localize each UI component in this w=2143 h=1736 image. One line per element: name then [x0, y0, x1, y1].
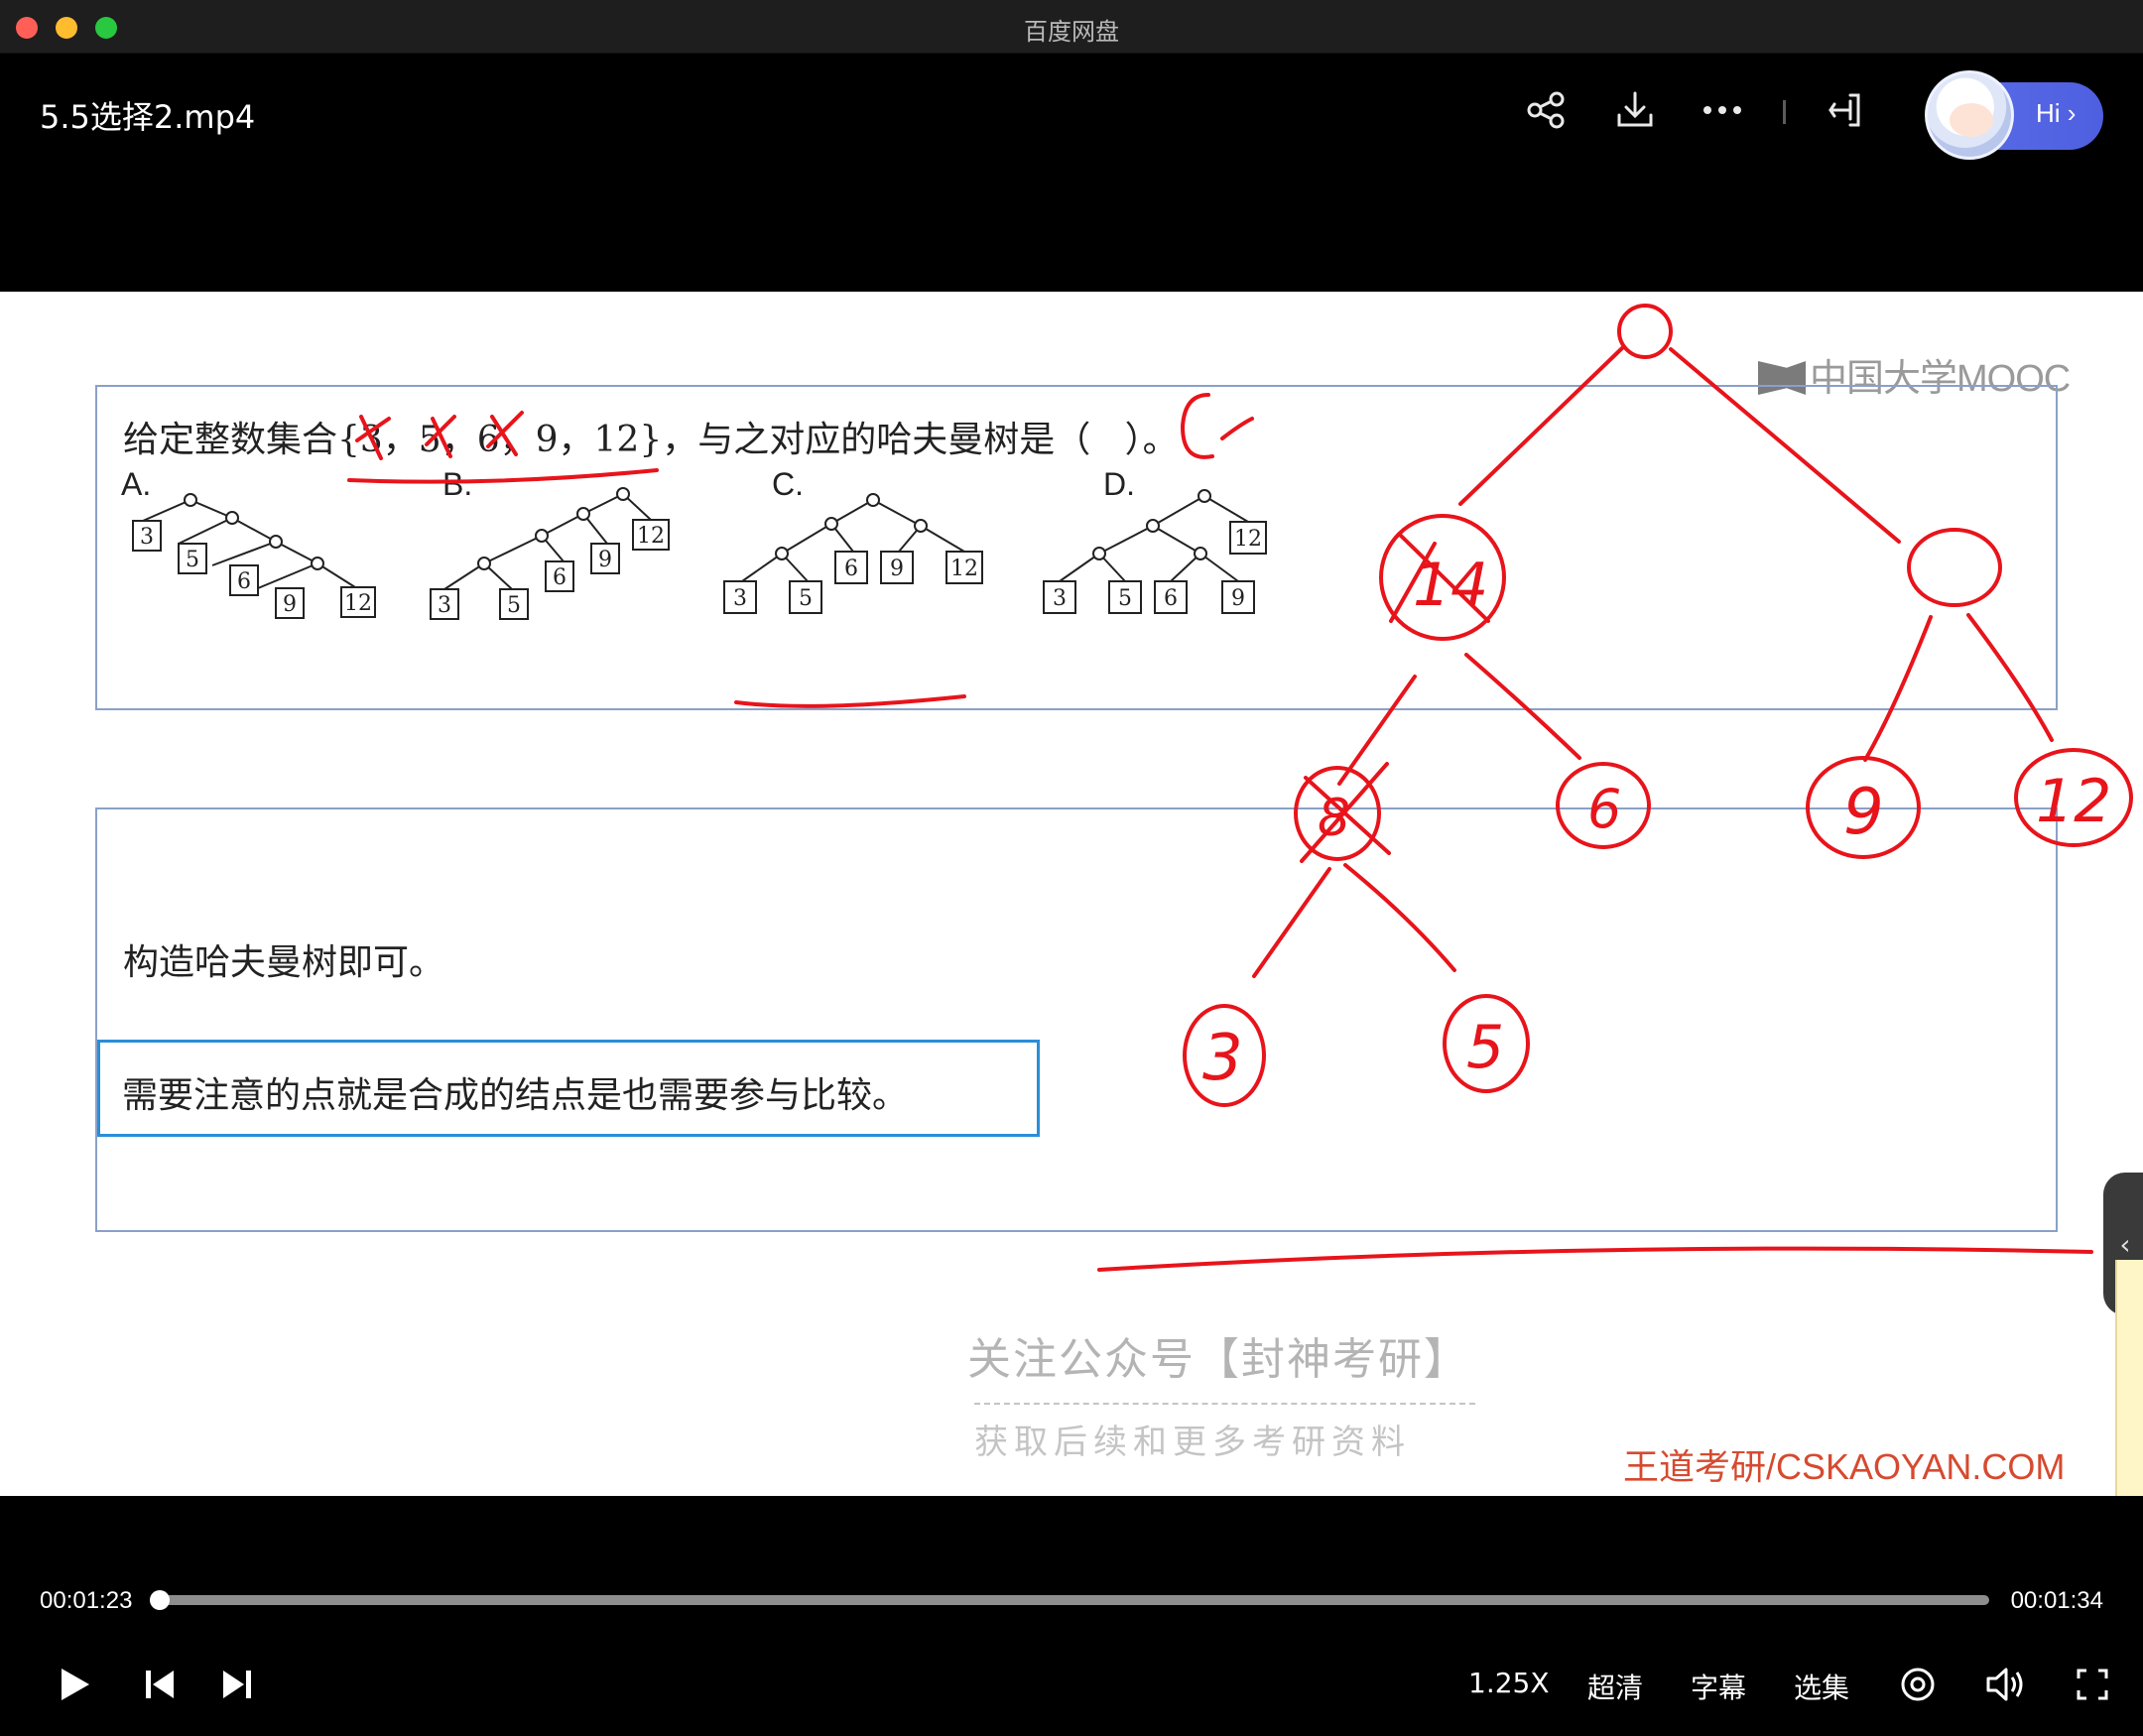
- settings-button[interactable]: [1893, 1655, 1943, 1714]
- tree-edge: [1669, 347, 1901, 544]
- node-label-3: 3: [1202, 1022, 1243, 1095]
- tree-node: [1907, 528, 2002, 607]
- previous-icon: [146, 1671, 174, 1698]
- tree-root-node: [1617, 304, 1673, 359]
- settings-icon: [1901, 1668, 1935, 1701]
- more-icon[interactable]: [1693, 80, 1752, 140]
- node-label-12: 12: [2036, 767, 2111, 836]
- play-icon: [62, 1669, 89, 1700]
- node-label-5: 5: [1466, 1013, 1504, 1082]
- download-icon[interactable]: [1605, 80, 1665, 140]
- tree-edge: [1863, 615, 1933, 762]
- underline: [347, 468, 659, 484]
- node-label-9: 9: [1843, 776, 1884, 849]
- episodes-button[interactable]: 选集: [1794, 1667, 1849, 1706]
- video-frame[interactable]: 中国大学MOOC 给定整数集合{3，5，6，9，12}，与之对应的哈夫曼树是（ …: [0, 292, 2143, 1496]
- node-label-6: 6: [1587, 778, 1621, 840]
- window-titlebar: 百度网盘: [0, 0, 2143, 54]
- strike-mark: [425, 415, 456, 458]
- assistant-label: Hi ›: [2036, 98, 2077, 128]
- tree-edge: [1966, 613, 2054, 742]
- subtitle-button[interactable]: 字幕: [1691, 1667, 1746, 1706]
- header-divider: [1783, 100, 1786, 124]
- tree-edge: [1458, 345, 1625, 506]
- player-controls: 00:01:23 00:01:34 1.25X 超清 字幕 选集: [0, 1496, 2143, 1736]
- play-button[interactable]: [50, 1655, 99, 1714]
- volume-icon: [1986, 1668, 2023, 1701]
- tree-edge: [1337, 675, 1417, 786]
- player-header: 5.5选择2.mp4 Hi ›: [0, 55, 2143, 293]
- node-label-14: 14: [1413, 551, 1488, 620]
- answer-mark: [1181, 393, 1254, 459]
- current-time: 00:01:23: [40, 1587, 133, 1614]
- progress-handle[interactable]: [150, 1590, 171, 1610]
- total-time: 00:01:34: [2010, 1587, 2103, 1614]
- tree-edge: [1343, 863, 1456, 972]
- file-title: 5.5选择2.mp4: [40, 98, 256, 136]
- tree-edge: [1252, 867, 1331, 978]
- share-icon[interactable]: [1516, 80, 1576, 140]
- strike-mark: [355, 415, 391, 460]
- underline: [1097, 1246, 2093, 1272]
- speed-button[interactable]: 1.25X: [1468, 1667, 1550, 1699]
- tree-edge: [1464, 653, 1581, 760]
- progress-bar[interactable]: [151, 1595, 1989, 1605]
- window-title: 百度网盘: [1024, 18, 1119, 46]
- node-label-8: 8: [1318, 789, 1350, 848]
- fullscreen-icon: [2077, 1669, 2108, 1700]
- underline: [734, 694, 966, 708]
- handwriting-overlay: 14 8 6 9 12 3 5: [347, 304, 2133, 1272]
- next-icon: [223, 1671, 251, 1698]
- quality-button[interactable]: 超清: [1587, 1667, 1643, 1706]
- strike-mark: [486, 411, 524, 456]
- pip-icon[interactable]: [1814, 80, 1873, 140]
- previous-button[interactable]: [135, 1655, 185, 1714]
- fullscreen-button[interactable]: [2068, 1655, 2117, 1714]
- volume-button[interactable]: [1980, 1655, 2030, 1714]
- assistant-avatar: [1925, 70, 2014, 160]
- next-button[interactable]: [212, 1655, 262, 1714]
